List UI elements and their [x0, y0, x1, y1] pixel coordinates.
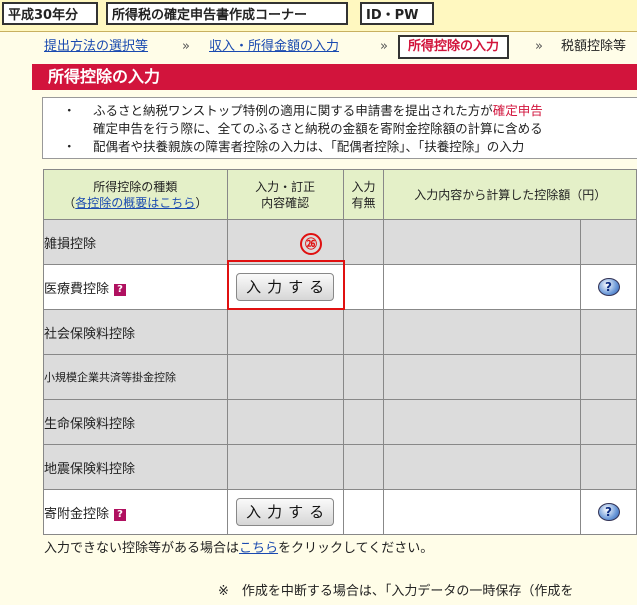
footer-note: 入力できない控除等がある場合はこちらをクリックしてください。 — [44, 537, 433, 556]
highlight-box — [227, 260, 345, 310]
cell-input — [226, 219, 344, 265]
notice-line-1-highlight: 確定申告 — [492, 103, 543, 118]
footer-note-text-end: をクリックしてください。 — [278, 541, 434, 556]
row-label-text: 医療費控除 — [44, 281, 110, 297]
corner-title: 所得税の確定申告書作成コーナー — [106, 2, 348, 25]
row-label-casualty-loss: 雑損控除 — [43, 219, 228, 265]
cell-help — [580, 309, 637, 355]
cell-status — [342, 309, 385, 355]
question-icon[interactable]: ? — [597, 278, 620, 296]
header-input-status: 入力 有無 — [342, 169, 385, 220]
row-label-medical-expense: 医療費控除? — [43, 264, 228, 310]
cell-help: ? — [580, 489, 637, 535]
cell-amount — [383, 489, 582, 535]
table-row: 雑損控除 — [43, 219, 637, 265]
notice-line-3: 配偶者や扶養親族の障害者控除の入力は、「配偶者控除」、「扶養控除」の入力 — [93, 139, 525, 154]
cell-amount — [383, 219, 582, 265]
header-input-edit-line1: 入力・訂正 — [255, 179, 316, 194]
row-label-social-insurance: 社会保険料控除 — [43, 309, 228, 355]
header-input-edit: 入力・訂正 内容確認 — [226, 169, 344, 220]
cell-amount — [383, 264, 582, 310]
cell-status — [342, 444, 385, 490]
header-input-status-line2: 有無 — [351, 195, 376, 210]
notice-bullet: ・ — [63, 139, 76, 154]
cell-help — [580, 399, 637, 445]
table-row: 小規模企業共済等掛金控除 — [43, 354, 637, 400]
cell-status — [342, 264, 385, 310]
step-marker: ㉖ — [300, 233, 322, 255]
table-row: 生命保険料控除 — [43, 399, 637, 445]
cell-input — [226, 309, 344, 355]
cell-status — [342, 354, 385, 400]
deduction-overview-link[interactable]: 各控除の概要はこちら — [75, 196, 195, 210]
section-title: 所得控除の入力 — [32, 64, 637, 90]
footer-note-text: 入力できない控除等がある場合は — [44, 541, 240, 556]
question-icon[interactable]: ? — [597, 503, 620, 521]
notice-line-1: ふるさと納税ワンストップ特例の適用に関する申請書を提出された方が確定申告 — [93, 102, 543, 120]
donation-input-button[interactable]: 入力する — [236, 498, 335, 526]
cell-help: ? — [580, 264, 637, 310]
cell-amount — [383, 399, 582, 445]
footer-save-note: ※ 作成を中断する場合は、「入力データの一時保存（作成を — [218, 584, 574, 599]
row-label-small-business-mutual-aid: 小規模企業共済等掛金控除 — [43, 354, 228, 400]
table-row: 地震保険料控除 — [43, 444, 637, 490]
cell-help — [580, 219, 637, 265]
header-overview-line: （各控除の概要はこちら） — [44, 195, 227, 211]
breadcrumb-income-input[interactable]: 収入・所得金額の入力 — [209, 36, 339, 58]
table-row: 寄附金控除? 入力する ? — [43, 489, 637, 535]
cell-input — [226, 399, 344, 445]
paren-open: （ — [63, 195, 76, 210]
header-calculated-amount: 入力内容から計算した控除額（円） — [383, 169, 637, 220]
breadcrumb-separator: » — [182, 39, 190, 54]
notice-box: ・ ふるさと納税ワンストップ特例の適用に関する申請書を提出された方が確定申告 確… — [42, 97, 637, 159]
cell-status — [342, 399, 385, 445]
cell-status — [342, 219, 385, 265]
breadcrumb-current-step: 所得控除の入力 — [398, 35, 510, 59]
table-row: 社会保険料控除 — [43, 309, 637, 355]
table-header-row: 所得控除の種類 （各控除の概要はこちら） 入力・訂正 内容確認 入力 有無 入力… — [43, 169, 637, 220]
header-deduction-type-label: 所得控除の種類 — [93, 179, 178, 194]
header-input-status-line1: 入力 — [351, 179, 376, 194]
notice-line-2: 確定申告を行う際に、全てのふるさと納税の金額を寄附金控除額の計算に含める — [93, 121, 543, 136]
header-deduction-type: 所得控除の種類 （各控除の概要はこちら） — [43, 169, 228, 220]
cell-amount — [383, 444, 582, 490]
notice-line-1-text: ふるさと納税ワンストップ特例の適用に関する申請書を提出された方が — [93, 103, 493, 118]
id-pw-badge: ID・PW — [360, 2, 434, 25]
row-label-donation: 寄附金控除? — [43, 489, 228, 535]
cell-input: 入力する — [226, 489, 344, 535]
cell-amount — [383, 309, 582, 355]
row-label-life-insurance: 生命保険料控除 — [43, 399, 228, 445]
cell-status — [342, 489, 385, 535]
cell-help — [580, 444, 637, 490]
cell-help — [580, 354, 637, 400]
year-badge: 平成30年分 — [2, 2, 98, 25]
breadcrumb-submission-method[interactable]: 提出方法の選択等 — [44, 36, 148, 58]
row-label-text: 寄附金控除 — [44, 506, 110, 522]
header-input-edit-line2: 内容確認 — [261, 195, 310, 210]
breadcrumb-tax-credit: 税額控除等 — [561, 39, 627, 54]
deduction-table: 所得控除の種類 （各控除の概要はこちら） 入力・訂正 内容確認 入力 有無 入力… — [43, 169, 637, 535]
help-icon[interactable]: ? — [114, 508, 127, 521]
unsupported-deduction-link[interactable]: こちら — [239, 541, 278, 556]
top-bar: 平成30年分 所得税の確定申告書作成コーナー ID・PW — [0, 0, 637, 32]
breadcrumb-separator: » — [380, 39, 388, 54]
cell-input — [226, 444, 344, 490]
breadcrumb-separator: » — [535, 39, 543, 54]
notice-bullet: ・ — [63, 103, 76, 118]
help-icon[interactable]: ? — [114, 283, 127, 296]
cell-input — [226, 354, 344, 400]
paren-close: ） — [195, 195, 208, 210]
row-label-earthquake-insurance: 地震保険料控除 — [43, 444, 228, 490]
cell-amount — [383, 354, 582, 400]
